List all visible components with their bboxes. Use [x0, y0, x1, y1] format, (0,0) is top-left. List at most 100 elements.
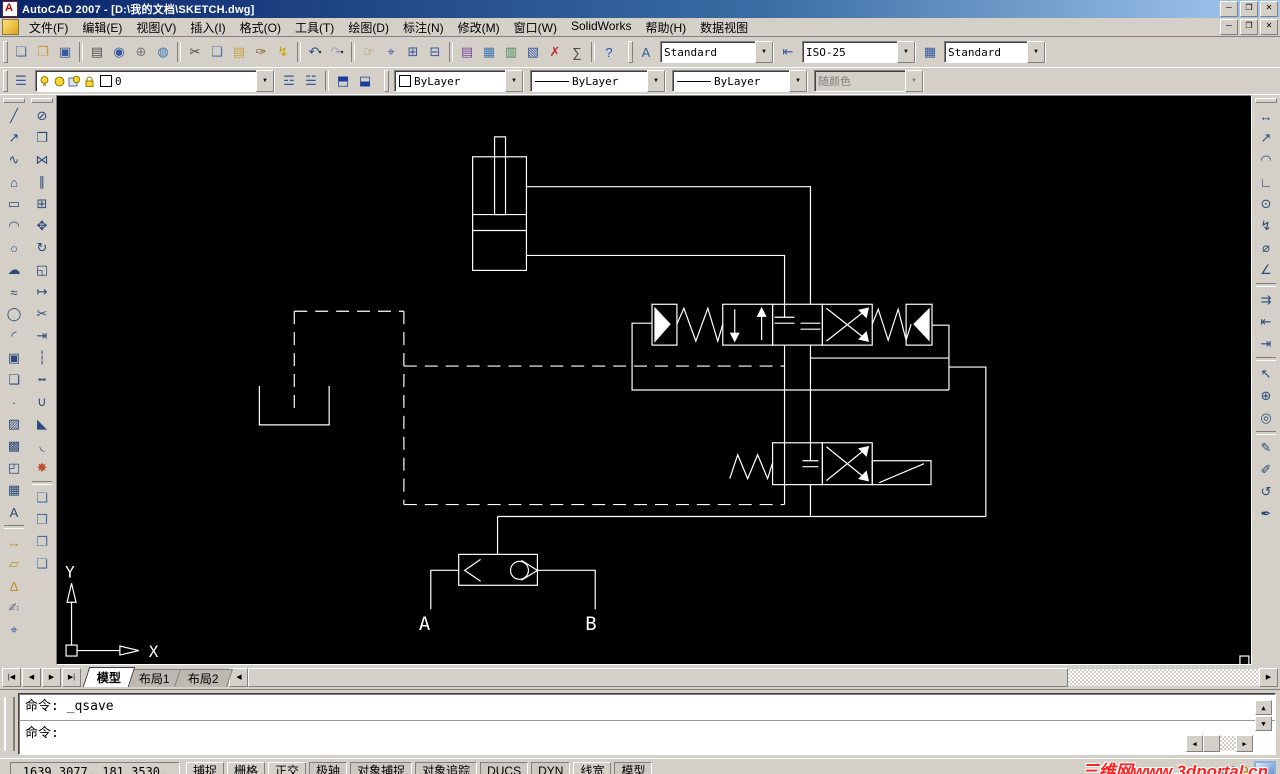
tool-palettes-icon[interactable]: ▥ [500, 41, 522, 63]
dropdown-arrow-icon[interactable]: ▼ [755, 41, 773, 63]
construction-line-icon[interactable]: ↗ [2, 127, 26, 149]
table-style-icon[interactable]: ▦ [919, 41, 941, 63]
scale-icon[interactable]: ◱ [30, 259, 54, 281]
open-icon[interactable]: ❐ [32, 41, 54, 63]
status-toggle-dyn[interactable]: DYN [531, 762, 571, 774]
quickcalc-icon[interactable]: ∑ [566, 41, 588, 63]
text-style-icon[interactable]: A [635, 41, 657, 63]
layer-previous-icon[interactable]: ☱ [300, 70, 322, 92]
named-views-icon[interactable]: ⌖ [2, 619, 26, 641]
erase-icon[interactable]: ⊘ [30, 105, 54, 127]
dim-text-edit-icon[interactable]: ✐ [1254, 459, 1278, 481]
dim-arc-length-icon[interactable]: ◠ [1254, 149, 1278, 171]
dim-jogged-icon[interactable]: ↯ [1254, 215, 1278, 237]
ellipse-icon[interactable]: ◯ [2, 303, 26, 325]
dim-update-icon[interactable]: ↺ [1254, 481, 1278, 503]
designcenter-icon[interactable]: ▦ [478, 41, 500, 63]
minimize-button[interactable]: ─ [1220, 19, 1238, 35]
explode-icon[interactable]: ✸ [30, 457, 54, 479]
plot-preview-icon[interactable]: ◉ [108, 41, 130, 63]
scrollbar-thumb[interactable] [248, 667, 1069, 687]
tab-布局2[interactable]: 布局2 [173, 669, 233, 687]
drawing-canvas[interactable]: A B Y X [56, 95, 1252, 665]
status-toggle-polar[interactable]: 极轴 [309, 762, 348, 774]
properties-icon[interactable]: ▤ [456, 41, 478, 63]
scroll-left-icon[interactable]: ◀ [229, 667, 249, 687]
move-icon[interactable]: ✥ [30, 215, 54, 237]
dim-style-icon[interactable]: ⇤ [777, 41, 799, 63]
make-object-layer-current-icon[interactable]: ☲ [278, 70, 300, 92]
menu-文件[interactable]: 文件(F) [22, 18, 75, 37]
last-tab-icon[interactable]: ▶| [62, 667, 81, 687]
dim-radius-icon[interactable]: ⊙ [1254, 193, 1278, 215]
draworder-bring-above-icon[interactable]: ❐ [30, 531, 54, 553]
autocad-app-icon[interactable]: A [2, 1, 18, 17]
toolbar-grip[interactable] [3, 70, 8, 92]
rectangle-icon[interactable]: ▭ [2, 193, 26, 215]
publish-web-icon[interactable]: ⬓ [354, 70, 376, 92]
restore-button[interactable]: ❐ [1240, 19, 1258, 35]
draworder-bring-to-front-icon[interactable]: ❏ [30, 487, 54, 509]
quick-leader-icon[interactable]: ↖ [1254, 363, 1278, 385]
inquiry-distance-icon[interactable]: ↔ [2, 531, 26, 553]
layer-on-bulb-icon[interactable] [38, 75, 51, 88]
plot-icon[interactable]: ▤ [86, 41, 108, 63]
markup-set-manager-icon[interactable]: ✗ [544, 41, 566, 63]
scroll-down-icon[interactable]: ▼ [1255, 716, 1272, 731]
undo-icon[interactable]: ↶ ▾ [304, 41, 326, 63]
fillet-icon[interactable]: ◟ [30, 435, 54, 457]
inquiry-mass-icon[interactable]: ∆ [2, 575, 26, 597]
scrollbar-track[interactable] [1220, 736, 1236, 751]
copy-object-icon[interactable]: ❐ [30, 127, 54, 149]
prev-tab-icon[interactable]: ◀ [22, 667, 41, 687]
layer-freeze-sun-icon[interactable] [53, 75, 66, 88]
save-icon[interactable]: ▣ [54, 41, 76, 63]
menu-绘图[interactable]: 绘图(D) [341, 18, 396, 37]
polyline-icon[interactable]: ∿ [2, 149, 26, 171]
status-toggle-ducs[interactable]: DUCS [480, 762, 529, 774]
dim-linear-icon[interactable]: ↔ [1254, 105, 1278, 127]
hatch-icon[interactable]: ▨ [2, 413, 26, 435]
gradient-icon[interactable]: ▩ [2, 435, 26, 457]
offset-icon[interactable]: ∥ [30, 171, 54, 193]
match-properties-icon[interactable]: ✑ [250, 41, 272, 63]
dim-diameter-icon[interactable]: ⌀ [1254, 237, 1278, 259]
help-icon[interactable]: ? [598, 41, 620, 63]
status-toggle-osnap[interactable]: 对象捕捉 [350, 762, 413, 774]
dim-baseline-icon[interactable]: ⇤ [1254, 311, 1278, 333]
tolerance-icon[interactable]: ⊕ [1254, 385, 1278, 407]
cut-icon[interactable]: ✂ [184, 41, 206, 63]
first-tab-icon[interactable]: |◀ [2, 667, 21, 687]
dim-style-icon[interactable]: ✒ [1254, 503, 1278, 525]
break-icon[interactable]: ╍ [30, 369, 54, 391]
layer-viewport-freeze-icon[interactable] [68, 75, 81, 88]
scrollbar-thumb[interactable] [1203, 735, 1220, 752]
table-icon[interactable]: ▦ [2, 479, 26, 501]
table-style-combo[interactable]: Standard ▼ [944, 41, 1046, 63]
toolbar-grip[interactable] [628, 41, 633, 63]
menu-工具[interactable]: 工具(T) [288, 18, 341, 37]
drawing-file-icon[interactable] [2, 19, 19, 35]
extend-icon[interactable]: ⇥ [30, 325, 54, 347]
menu-格式[interactable]: 格式(O) [233, 18, 288, 37]
status-toggle-snap[interactable]: 捕捉 [186, 762, 225, 774]
etransmit-icon[interactable]: ⬒ [332, 70, 354, 92]
menu-窗口[interactable]: 窗口(W) [507, 18, 564, 37]
lineweight-control-combo[interactable]: ByLayer ▼ [672, 70, 808, 92]
menu-编辑[interactable]: 编辑(E) [75, 18, 129, 37]
stretch-icon[interactable]: ↦ [30, 281, 54, 303]
array-icon[interactable]: ⊞ [30, 193, 54, 215]
dim-continue-icon[interactable]: ⇥ [1254, 333, 1278, 355]
dropdown-arrow-icon[interactable]: ▾ [318, 49, 321, 56]
insert-block-icon[interactable]: ▣ [2, 347, 26, 369]
sheetset-manager-icon[interactable]: ▧ [522, 41, 544, 63]
point-icon[interactable]: · [2, 391, 26, 413]
make-block-icon[interactable]: ❏ [2, 369, 26, 391]
dropdown-arrow-icon[interactable]: ▼ [897, 41, 915, 63]
close-button[interactable]: ✕ [1260, 19, 1278, 35]
menu-帮助[interactable]: 帮助(H) [638, 18, 693, 37]
restore-button[interactable]: ❐ [1240, 1, 1258, 17]
menu-数据视图[interactable]: 数据视图 [693, 18, 755, 37]
chamfer-icon[interactable]: ◣ [30, 413, 54, 435]
text-style-combo[interactable]: Standard ▼ [660, 41, 774, 63]
